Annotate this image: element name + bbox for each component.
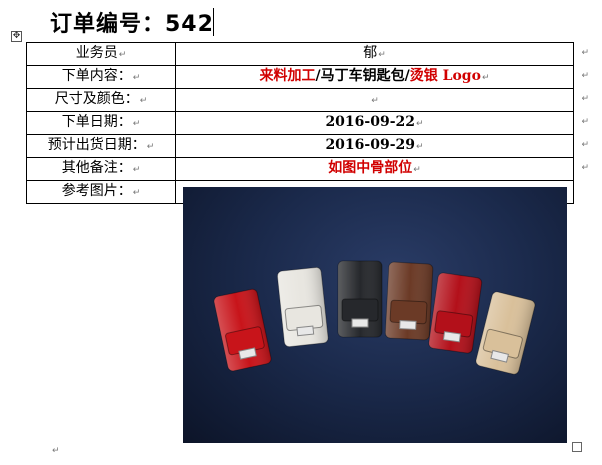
key-case-5: [428, 272, 483, 354]
reference-photo[interactable]: [183, 187, 567, 443]
paragraph-mark: ↵: [52, 446, 60, 456]
row-value-size-color[interactable]: ↵ ↵: [175, 88, 589, 112]
key-case-illustration: [213, 260, 536, 375]
row-label-reference-image: 参考图片：↵: [26, 180, 176, 204]
row-label-order-date: 下单日期：↵: [26, 111, 176, 135]
row-label-ship-date: 预计出货日期：↵: [26, 134, 176, 158]
row-label-order-content: 下单内容：↵: [26, 65, 176, 89]
row-value-order-content[interactable]: 来料加工/马丁车钥匙包/烫银 Logo↵ ↵: [175, 65, 589, 89]
table-row: 业务员↵ 郁↵ ↵: [26, 42, 589, 66]
row-value-remarks[interactable]: 如图中骨部位↵ ↵: [175, 157, 589, 181]
row-value-salesperson[interactable]: 郁↵ ↵: [175, 42, 589, 66]
table-row: 预计出货日期：↵ 2016-09-29↵ ↵: [26, 134, 589, 158]
text-cursor: [213, 8, 214, 36]
table-row: 其他备注：↵ 如图中骨部位↵ ↵: [26, 157, 589, 181]
row-label-salesperson: 业务员↵: [26, 42, 176, 66]
table-row: 下单日期：↵ 2016-09-22↵ ↵: [26, 111, 589, 135]
table-row: 参考图片：↵: [26, 180, 574, 443]
table-row: 下单内容：↵ 来料加工/马丁车钥匙包/烫银 Logo↵ ↵: [26, 65, 589, 89]
row-label-size-color: 尺寸及颜色：↵: [26, 88, 176, 112]
key-case-3: [337, 260, 383, 338]
key-case-4: [384, 261, 434, 341]
table-resize-handle[interactable]: [572, 442, 582, 452]
table-move-handle-icon[interactable]: ✥: [11, 31, 22, 42]
order-number-title: 订单编号：542: [50, 12, 214, 37]
key-case-1: [213, 288, 272, 372]
row-label-remarks: 其他备注：↵: [26, 157, 176, 181]
key-case-2: [276, 266, 329, 348]
row-value-reference-image[interactable]: [175, 180, 574, 443]
row-value-ship-date[interactable]: 2016-09-29↵ ↵: [175, 134, 589, 158]
order-form-table: 业务员↵ 郁↵ ↵ 下单内容：↵ 来料加工/马丁车钥匙包/烫银 Logo↵ ↵ 尺寸…: [26, 42, 589, 443]
key-case-6: [475, 291, 536, 375]
row-value-order-date[interactable]: 2016-09-22↵ ↵: [175, 111, 589, 135]
table-row: 尺寸及颜色：↵ ↵ ↵: [26, 88, 589, 112]
